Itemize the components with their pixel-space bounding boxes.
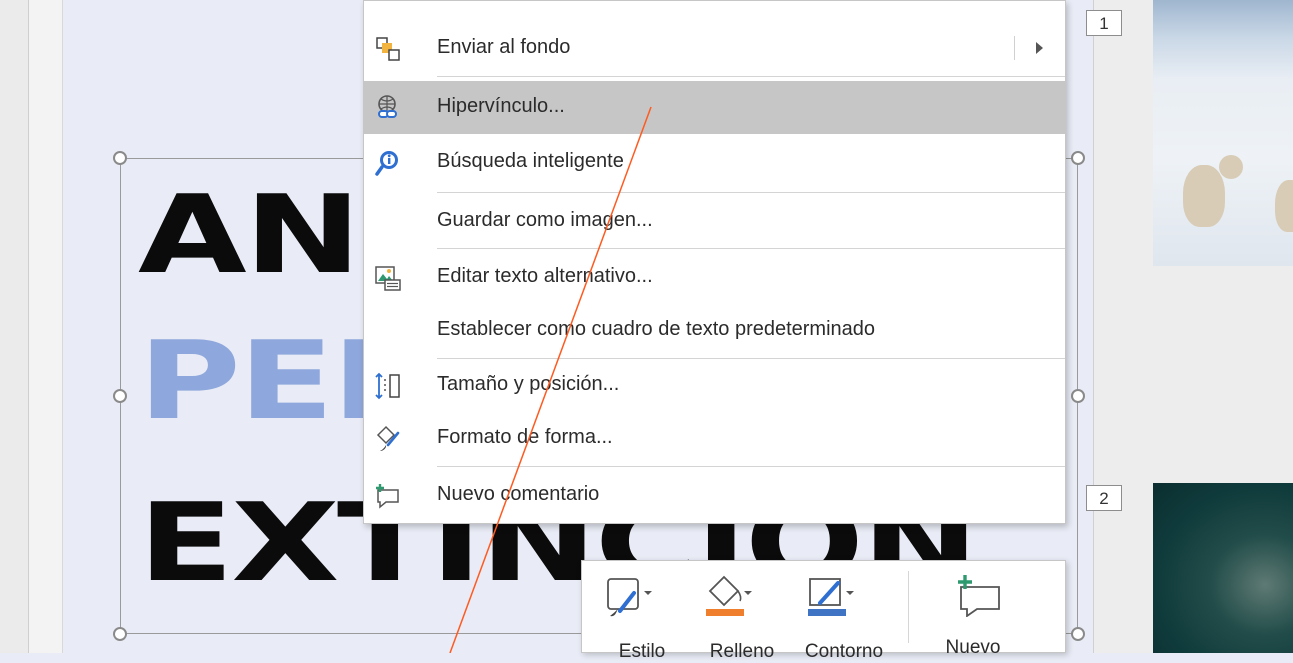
menu-separator xyxy=(437,76,1065,77)
shape-style-icon xyxy=(607,578,652,617)
menu-item-edit-alt-text[interactable]: Editar texto alternativo... xyxy=(364,251,1065,304)
menu-item-label: Formato de forma... xyxy=(437,426,613,448)
menu-item-send-to-back[interactable]: Enviar al fondo xyxy=(364,22,1065,75)
style-label: Estilo xyxy=(618,641,666,662)
toolbar-separator xyxy=(908,571,909,643)
size-position-icon xyxy=(375,372,400,400)
submenu-divider xyxy=(1014,36,1015,60)
thumbnail-slide-1[interactable] xyxy=(1153,0,1293,266)
menu-item-smart-lookup[interactable]: Búsqueda inteligente xyxy=(364,136,1065,189)
menu-separator xyxy=(437,192,1065,193)
style-button[interactable]: Estilo xyxy=(592,561,692,662)
polar-bear-cub-left xyxy=(1183,165,1225,227)
menu-separator xyxy=(437,466,1065,467)
mini-toolbar: Estilo Relleno Contorno Nuevo xyxy=(581,560,1066,662)
menu-item-label: Guardar como imagen... xyxy=(437,209,653,231)
menu-item-format-shape[interactable]: Formato de forma... xyxy=(364,412,1065,465)
thumbnail-number-2: 2 xyxy=(1086,485,1122,511)
format-shape-icon xyxy=(376,425,400,451)
menu-separator xyxy=(437,248,1065,249)
new-comment-label: Nuevo xyxy=(945,637,1001,658)
resize-handle-top-left[interactable] xyxy=(113,151,127,165)
smart-lookup-icon xyxy=(375,151,398,176)
thumbnail-number-1: 1 xyxy=(1086,10,1122,36)
left-gutter xyxy=(0,0,63,653)
menu-item-label: Búsqueda inteligente xyxy=(437,150,624,172)
resize-handle-middle-right[interactable] xyxy=(1071,389,1085,403)
menu-item-label: Hipervínculo... xyxy=(437,95,565,117)
resize-handle-top-right[interactable] xyxy=(1071,151,1085,165)
menu-item-label: Establecer como cuadro de texto predeter… xyxy=(437,318,876,340)
polar-bear-cub-right xyxy=(1275,180,1293,232)
resize-handle-middle-left[interactable] xyxy=(113,389,127,403)
title-word-2: PEI xyxy=(138,319,384,444)
outline-label: Contorno xyxy=(804,641,884,662)
menu-item-new-comment[interactable]: Nuevo comentario xyxy=(364,469,1065,522)
resize-handle-bottom-left[interactable] xyxy=(113,627,127,641)
thumbnail-slide-2[interactable] xyxy=(1153,483,1293,653)
menu-item-size-position[interactable]: Tamaño y posición... xyxy=(364,359,1065,412)
gutter-inner xyxy=(0,0,29,653)
menu-item-save-as-image[interactable]: Guardar como imagen... xyxy=(364,195,1065,248)
menu-item-hyperlink[interactable]: Hipervínculo... xyxy=(364,81,1065,134)
new-comment-icon xyxy=(376,484,399,509)
menu-item-label: Tamaño y posición... xyxy=(437,373,620,395)
send-to-back-icon xyxy=(376,37,400,61)
new-comment-icon xyxy=(958,575,1000,617)
menu-item-set-default-textbox[interactable]: Establecer como cuadro de texto predeter… xyxy=(364,304,1065,357)
outline-button[interactable]: Contorno xyxy=(794,561,894,662)
fill-label: Relleno xyxy=(709,641,775,662)
fill-button[interactable]: Relleno xyxy=(692,561,792,662)
context-menu: Enviar al fondo Hipervínculo... Búsqueda… xyxy=(363,0,1066,524)
polar-bear-cub-head xyxy=(1219,155,1243,179)
menu-item-label: Editar texto alternativo... xyxy=(437,265,653,287)
menu-item-label: Enviar al fondo xyxy=(437,36,571,58)
hyperlink-icon xyxy=(378,95,397,118)
submenu-arrow-icon xyxy=(1036,42,1043,54)
resize-handle-bottom-right[interactable] xyxy=(1071,627,1085,641)
menu-item-label: Nuevo comentario xyxy=(437,483,600,505)
paint-bucket-icon xyxy=(706,575,752,616)
outline-pen-icon xyxy=(808,578,854,616)
alt-text-icon xyxy=(375,266,401,291)
